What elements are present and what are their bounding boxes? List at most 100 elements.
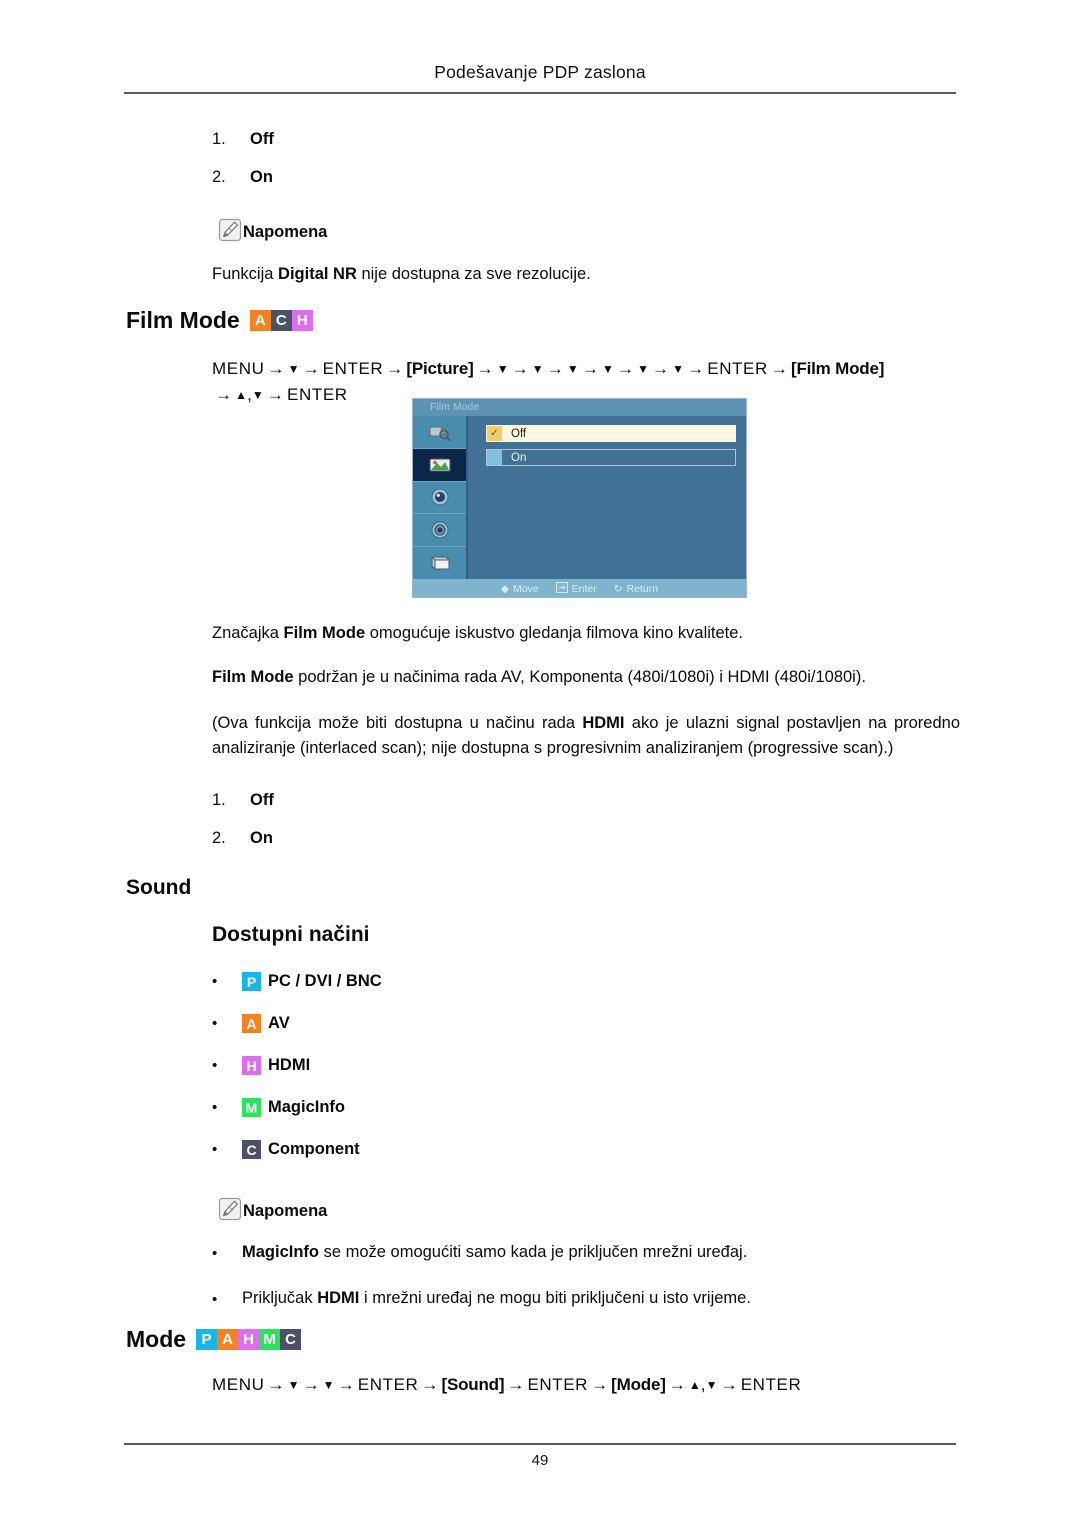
note-bullet-before: Priključak (242, 1288, 318, 1307)
osd-footer-hints: ◆ Move Enter ↻ Return (413, 579, 746, 597)
note-bullet-text: MagicInfo se može omogućiti samo kada je… (242, 1243, 747, 1262)
film-mode-heading: Film Mode A C H (126, 307, 313, 334)
footer-divider (124, 1443, 956, 1445)
osd-sidebar (413, 416, 468, 579)
enter-keyword: ENTER (527, 1375, 589, 1394)
list-item: • H HDMI (212, 1056, 382, 1075)
sound-heading: Sound (126, 876, 192, 899)
film-mode-paragraph-3: (Ova funkcija može biti dostupna u način… (212, 711, 960, 761)
document-page: Podešavanje PDP zaslona 1. Off 2. On Nap… (0, 0, 1080, 1527)
badge-hdmi-icon: H (238, 1329, 260, 1350)
available-modes-heading: Dostupni načini (212, 923, 370, 946)
badge-component-icon: C (242, 1140, 261, 1159)
return-icon: ↻ (613, 582, 623, 595)
available-modes-list: • P PC / DVI / BNC • A AV • H HDMI • M M… (212, 972, 382, 1159)
badge-magicinfo-icon: M (242, 1098, 261, 1117)
paragraph-text: podržan je u načinima rada AV, Komponent… (293, 668, 866, 686)
osd-sidebar-item-input-source[interactable] (413, 416, 466, 449)
osd-sidebar-item-sound[interactable] (413, 482, 466, 515)
paragraph-bold: HDMI (582, 714, 625, 732)
badge-letter: A (242, 1014, 261, 1033)
film-mode-badge-group: A C H (249, 310, 313, 331)
list-index: 1. (212, 791, 226, 809)
osd-hint-return: ↻ Return (614, 583, 658, 595)
osd-title: Film Mode (413, 399, 746, 416)
badge-hdmi-icon: H (291, 310, 313, 331)
list-index: 2. (212, 168, 226, 186)
list-item: 2. On (212, 168, 274, 187)
picture-icon (429, 458, 450, 472)
paragraph-text: Značajka (212, 624, 284, 642)
osd-option-row[interactable]: ✓ Off (486, 425, 736, 442)
badge-hdmi-icon: H (242, 1056, 261, 1075)
list-index: 1. (212, 130, 226, 148)
bullet-icon: • (212, 973, 218, 990)
list-item: • MagicInfo se može omogućiti samo kada … (212, 1243, 952, 1265)
osd-sidebar-item-setup[interactable] (413, 514, 466, 548)
osd-hint-move: ◆ Move (501, 583, 539, 595)
list-item: • P PC / DVI / BNC (212, 972, 382, 991)
osd-option-row[interactable]: ✓ On (486, 449, 736, 466)
paragraph-text: (Ova funkcija može biti dostupna u način… (212, 714, 583, 732)
header-divider (124, 92, 956, 94)
enter-keyword: ENTER (707, 359, 768, 378)
bullet-icon: • (212, 1290, 218, 1308)
page-number: 49 (531, 1452, 549, 1469)
osd-sidebar-item-picture[interactable] (413, 448, 466, 482)
list-item: 2. On (212, 829, 274, 848)
osd-options-panel: ✓ Off ✓ On (468, 416, 746, 579)
note-text-before: Funkcija (212, 265, 279, 283)
film-mode-paragraph-1: Značajka Film Mode omogućuje iskustvo gl… (212, 621, 957, 646)
input-source-icon (429, 426, 451, 442)
bullet-icon: • (212, 1245, 218, 1262)
note-heading-top: Napomena (218, 218, 327, 244)
badge-component-icon: C (280, 1329, 302, 1350)
osd-hint-label: Enter (571, 582, 597, 595)
note-text-bold: Digital NR (278, 265, 357, 283)
picture-menu-token: Picture (411, 359, 469, 378)
mode-label: PC / DVI / BNC (268, 972, 382, 990)
badge-av-icon: A (242, 1014, 261, 1033)
badge-pc-icon: P (196, 1329, 218, 1350)
badge-av-icon: A (217, 1329, 239, 1350)
note-bullet-rest: i mrežni uređaj ne mogu biti priključeni… (359, 1288, 751, 1307)
menu-keyword: MENU (212, 1375, 265, 1394)
enter-keyword: ENTER (740, 1375, 802, 1394)
badge-letter: H (242, 1056, 261, 1075)
film-mode-paragraph-2: Film Mode podržan je u načinima rada AV,… (212, 665, 957, 690)
mode-heading: Mode P A H M C (126, 1326, 302, 1353)
page-header-title: Podešavanje PDP zaslona (434, 62, 646, 82)
list-item: • C Component (212, 1140, 382, 1159)
checkbox-checked-icon: ✓ (487, 426, 502, 441)
list-label: Off (250, 130, 274, 148)
move-diamond-icon: ◆ (500, 582, 509, 595)
checkbox-unchecked-icon: ✓ (487, 450, 502, 465)
sound-menu-token: Sound (446, 1375, 499, 1394)
mode-label: AV (268, 1014, 290, 1032)
list-label: On (250, 168, 273, 186)
film-mode-menu-token: Film Mode (796, 359, 879, 378)
badge-component-icon: C (270, 310, 292, 331)
note-bullet-bold: MagicInfo (242, 1243, 319, 1261)
osd-sidebar-item-multi-control[interactable] (413, 547, 466, 579)
note-bullet-bold: HDMI (317, 1288, 360, 1307)
list-label: Off (250, 791, 274, 809)
enter-keyword: ENTER (287, 385, 348, 405)
film-mode-options-list: 1. Off 2. On (212, 791, 274, 867)
osd-screenshot: Film Mode ✓ Off ✓ On ◆ Move Enter ↻ Retu… (412, 398, 747, 598)
mode-menu-token: Mode (616, 1375, 661, 1394)
mode-label: HDMI (268, 1056, 311, 1074)
mode-label: Component (268, 1140, 360, 1158)
top-options-list: 1. Off 2. On (212, 130, 274, 206)
note-bullet-rest: se može omogućiti samo kada je priključe… (319, 1243, 748, 1261)
note-bullet-text: Priključak HDMI i mrežni uređaj ne mogu … (242, 1289, 751, 1308)
note-top-text: Funkcija Digital NR nije dostupna za sve… (212, 262, 957, 287)
setup-gear-icon (431, 521, 448, 539)
bullet-icon: • (212, 1015, 218, 1032)
note-label: Napomena (243, 1202, 328, 1220)
note-heading-bottom: Napomena (218, 1197, 328, 1223)
list-item: • M MagicInfo (212, 1098, 382, 1117)
list-item: • Priključak HDMI i mrežni uređaj ne mog… (212, 1289, 952, 1311)
paragraph-bold: Film Mode (283, 624, 366, 642)
enter-keyword: ENTER (322, 359, 384, 378)
